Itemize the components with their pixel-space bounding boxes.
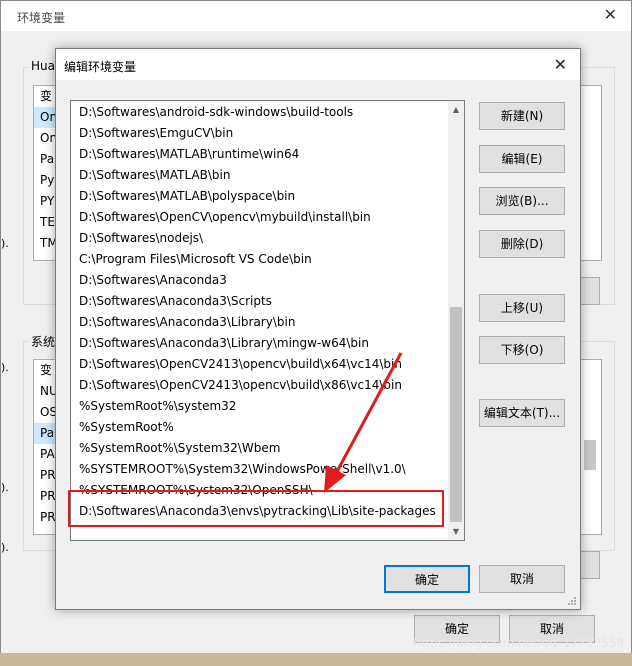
path-item[interactable]: D:\Softwares\Anaconda3\Library\bin: [79, 312, 295, 333]
edge-fragment: ).: [1, 481, 9, 494]
user-vars-group-label: Hua: [29, 59, 57, 73]
scroll-down-arrow-icon[interactable]: ▼: [448, 523, 464, 540]
path-item[interactable]: D:\Softwares\nodejs\: [79, 228, 203, 249]
env-vars-title: 环境变量: [17, 11, 66, 25]
edit-env-var-titlebar: 编辑环境变量 ✕: [56, 49, 580, 80]
scrollbar-thumb[interactable]: [584, 440, 596, 470]
env-vars-titlebar: 环境变量 ✕: [1, 1, 631, 31]
ok-button[interactable]: 确定: [384, 565, 470, 593]
path-item[interactable]: %SystemRoot%\system32: [79, 396, 236, 417]
path-item[interactable]: D:\Softwares\Anaconda3\Scripts: [79, 291, 272, 312]
close-icon[interactable]: ✕: [554, 55, 567, 74]
annotation-highlight-box: [68, 490, 444, 527]
path-item[interactable]: D:\Softwares\MATLAB\polyspace\bin: [79, 186, 295, 207]
path-item[interactable]: D:\Softwares\Anaconda3: [79, 270, 227, 291]
vertical-scrollbar[interactable]: ▲ ▼: [448, 101, 464, 540]
close-icon[interactable]: ✕: [604, 5, 617, 24]
user-vars-button-cut[interactable]: [580, 277, 600, 305]
edit-env-var-title: 编辑环境变量: [64, 60, 137, 74]
path-item[interactable]: %SystemRoot%: [79, 417, 174, 438]
path-item[interactable]: D:\Softwares\OpenCV\opencv\mybuild\insta…: [79, 207, 371, 228]
edit-button[interactable]: 编辑(E): [479, 145, 565, 173]
new-button[interactable]: 新建(N): [479, 102, 565, 130]
delete-button[interactable]: 删除(D): [479, 230, 565, 258]
desktop-background: [0, 653, 632, 666]
path-item[interactable]: D:\Softwares\android-sdk-windows\build-t…: [79, 102, 353, 123]
scrollbar-thumb[interactable]: [450, 307, 462, 522]
path-item[interactable]: D:\Softwares\MATLAB\bin: [79, 165, 230, 186]
move-down-button[interactable]: 下移(O): [479, 336, 565, 364]
user-vars-list-right: [580, 85, 602, 261]
edge-fragment: ).: [1, 361, 9, 374]
browse-button[interactable]: 浏览(B)...: [479, 187, 565, 215]
edit-text-button[interactable]: 编辑文本(T)...: [479, 399, 565, 427]
scroll-up-arrow-icon[interactable]: ▲: [448, 101, 464, 118]
cancel-button[interactable]: 取消: [479, 565, 565, 593]
sys-vars-list-right: [580, 359, 602, 535]
sys-vars-button-cut[interactable]: [580, 551, 600, 579]
edit-env-var-dialog: 编辑环境变量 ✕ D:\Softwares\android-sdk-window…: [55, 48, 581, 610]
path-item[interactable]: D:\Softwares\MATLAB\runtime\win64: [79, 144, 299, 165]
resize-grip-icon[interactable]: [567, 596, 577, 606]
path-item[interactable]: %SystemRoot%\System32\Wbem: [79, 438, 280, 459]
edge-fragment: ).: [1, 541, 9, 554]
sys-vars-group-label: 系统: [29, 333, 58, 350]
edge-fragment: ).: [1, 237, 9, 250]
move-up-button[interactable]: 上移(U): [479, 294, 565, 322]
annotation-arrow-icon: [324, 352, 403, 493]
path-item[interactable]: C:\Program Files\Microsoft VS Code\bin: [79, 249, 312, 270]
path-item[interactable]: D:\Softwares\EmguCV\bin: [79, 123, 233, 144]
watermark-text: https://blog.csdn.net/qq_17783559: [413, 636, 624, 650]
